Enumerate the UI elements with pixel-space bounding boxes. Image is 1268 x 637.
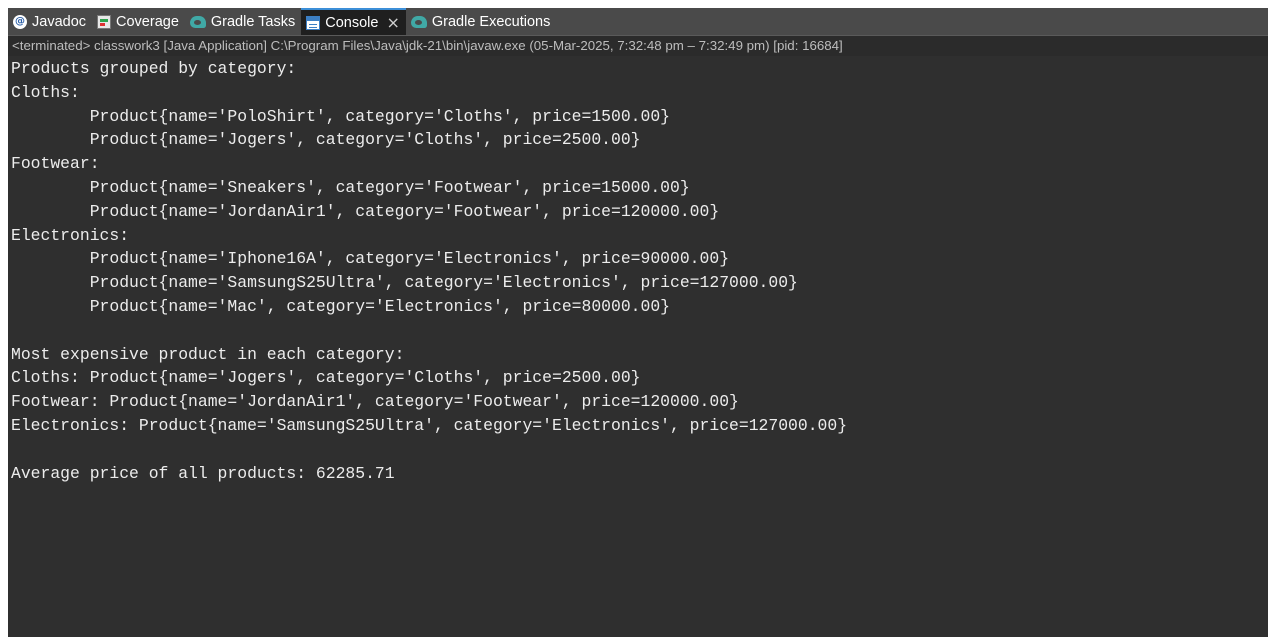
tab-javadoc[interactable]: @ Javadoc [8, 8, 92, 35]
document-heading-fragment [0, 0, 1268, 8]
console-line: Product{name='JordanAir1', category='Foo… [11, 201, 720, 221]
close-icon[interactable]: × [386, 13, 399, 32]
gradle-icon [410, 15, 427, 28]
gradle-icon [189, 15, 206, 28]
tab-label: Gradle Executions [431, 13, 551, 30]
console-line: Most expensive product in each category: [11, 344, 405, 364]
process-status: <terminated> classwork3 [Java Applicatio… [8, 36, 1268, 56]
tab-label: Gradle Tasks [210, 13, 296, 30]
console-line: Product{name='Mac', category='Electronic… [11, 296, 671, 316]
tab-gradle-executions[interactable]: Gradle Executions [406, 8, 556, 35]
tab-gradle-tasks[interactable]: Gradle Tasks [185, 8, 301, 35]
console-icon [306, 15, 321, 30]
console-line: Electronics: [11, 225, 130, 245]
console-line: Cloths: [11, 82, 80, 102]
tab-label: Javadoc [32, 13, 87, 30]
console-line: Products grouped by category: [11, 59, 297, 78]
console-line: Footwear: Product{name='JordanAir1', cat… [11, 392, 739, 412]
coverage-icon [97, 14, 112, 29]
view-tab-bar: @ Javadoc Coverage Gradle Tasks Console … [8, 8, 1268, 36]
javadoc-icon: @ [13, 14, 27, 29]
tab-label: Console [325, 14, 379, 31]
console-line: Product{name='PoloShirt', category='Clot… [11, 106, 671, 126]
console-view: @ Javadoc Coverage Gradle Tasks Console … [8, 8, 1268, 637]
console-line: Cloths: Product{name='Jogers', category=… [11, 368, 641, 388]
console-line: Product{name='Jogers', category='Cloths'… [11, 130, 641, 150]
console-output[interactable]: Products grouped by category: Cloths: Pr… [8, 56, 1268, 637]
console-line: Electronics: Product{name='SamsungS25Ult… [11, 415, 848, 435]
console-line: Product{name='SamsungS25Ultra', category… [11, 273, 798, 293]
console-line: Product{name='Sneakers', category='Footw… [11, 177, 690, 197]
tab-console[interactable]: Console × [301, 8, 406, 35]
tab-label: Coverage [116, 13, 179, 30]
console-line: Footwear: [11, 154, 100, 174]
console-line: Product{name='Iphone16A', category='Elec… [11, 249, 730, 269]
console-line: Average price of all products: 62285.71 [11, 463, 395, 483]
tab-coverage[interactable]: Coverage [92, 8, 185, 35]
